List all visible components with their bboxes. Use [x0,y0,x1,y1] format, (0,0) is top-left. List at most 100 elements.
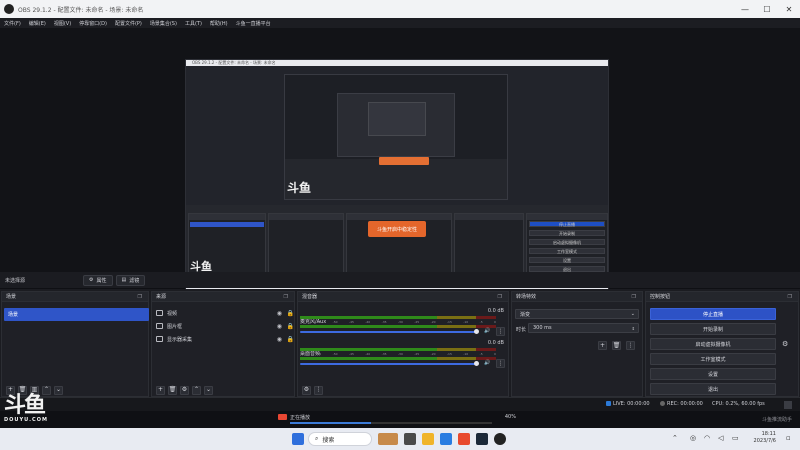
battery-icon[interactable]: ▭ [732,434,739,442]
gear-icon[interactable]: ⚙ [782,340,788,348]
virtual-camera-button[interactable]: 启动虚拟摄像机 [650,338,776,350]
source-item[interactable]: 显示器采集 ◉ 🔒 [156,333,294,345]
transition-menu-button[interactable]: ⋮ [626,341,635,350]
move-down-button[interactable]: ⌄ [204,385,213,395]
remove-transition-button[interactable]: 🗑 [612,341,621,350]
clock-time: 18:11 [761,431,776,437]
window-title: OBS 29.1.2 - 配置文件: 未命名 - 场景: 未命名 [18,6,144,14]
mixer-menu-button[interactable]: ⋮ [314,385,323,395]
track-menu-button[interactable]: ⋮ [496,359,505,368]
lock-icon[interactable]: 🔒 [287,323,294,330]
visibility-icon[interactable]: ◉ [277,310,282,317]
dock-float-icon[interactable]: ❐ [138,294,144,300]
image-icon [156,310,163,316]
wifi-icon[interactable]: ◠ [704,434,710,442]
captured-transitions-dock [454,213,524,275]
dock-float-icon[interactable]: ❐ [632,294,638,300]
nested-capture-inner [337,93,455,157]
dock-float-icon[interactable]: ❐ [788,294,794,300]
volume-meter [300,357,496,360]
remove-source-button[interactable]: 🗑 [168,385,177,395]
menu-tools[interactable]: 工具(T) [185,20,202,27]
start-recording-button[interactable]: 开始录制 [650,323,776,335]
track-menu-button[interactable]: ⋮ [496,327,505,336]
scenes-dock-header: 场景 ❐ [2,292,148,302]
menu-profile[interactable]: 配置文件(P) [115,20,142,27]
taskbar-clock[interactable]: 18:11 2023/7/6 [754,431,776,445]
captured-ctrl-stop: 停止直播 [529,221,605,227]
lock-icon[interactable]: 🔒 [287,336,294,343]
search-icon: ⌕ [315,435,319,442]
exit-button[interactable]: 退出 [650,383,776,395]
media-percent: 40% [504,414,516,420]
visibility-icon[interactable]: ◉ [277,323,282,330]
file-explorer-icon[interactable] [422,433,434,445]
settings-button[interactable]: 设置 [650,368,776,380]
menu-docks[interactable]: 停靠窗口(D) [79,20,107,27]
notification-icon[interactable]: ▫ [786,434,791,442]
menu-douyu[interactable]: 斗鱼一直播平台 [236,20,271,27]
menu-edit[interactable]: 编辑(E) [29,20,46,27]
steam-icon[interactable] [476,433,488,445]
add-source-button[interactable]: + [156,385,165,395]
dock-float-icon[interactable]: ❐ [498,294,504,300]
volume-slider[interactable] [300,331,478,333]
media-app-icon [278,414,287,420]
controls-dock-header: 控制按钮 ❐ [646,292,798,302]
speaker-icon[interactable]: 🔊 [484,328,490,334]
lock-icon[interactable]: 🔒 [287,310,294,317]
properties-button[interactable]: ⚙ 属性 [83,274,113,286]
close-button[interactable]: ✕ [778,0,800,18]
nested-orange-button [379,157,429,165]
live-status: LIVE: 00:00:00 [606,401,650,407]
source-item[interactable]: 视频 ◉ 🔒 [156,307,294,319]
filters-label: 滤镜 [129,277,140,284]
source-properties-button[interactable]: ⚙ [180,385,189,395]
transition-selected: 渐变 [520,311,531,318]
sources-dock-header: 来源 ❐ [152,292,294,302]
filters-button[interactable]: ▤ 滤镜 [115,274,146,286]
volume-slider-knob[interactable] [474,329,479,334]
transitions-dock-header: 转场特效 ❐ [512,292,642,302]
cpu-status: CPU: 0.2%, 60.00 fps [712,401,765,407]
volume-slider-knob[interactable] [474,361,479,366]
dock-float-icon[interactable]: ❐ [284,294,290,300]
stop-streaming-button[interactable]: 停止直播 [650,308,776,320]
duration-input[interactable]: 300 ms ⇕ [528,323,639,333]
taskbar-search[interactable]: ⌕ 搜索 [308,432,372,446]
menu-help[interactable]: 帮助(H) [210,20,228,27]
mixer-settings-button[interactable]: ⚙ [302,385,311,395]
edge-icon[interactable] [440,433,452,445]
widget-icon[interactable] [378,433,398,445]
move-up-button[interactable]: ⌃ [192,385,201,395]
tray-app-icon[interactable]: ◎ [690,434,696,442]
menu-view[interactable]: 视图(V) [54,20,71,27]
captured-title-bar: OBS 29.1.2 - 配置文件: 未命名 - 场景: 未命名 [186,60,608,66]
volume-slider[interactable] [300,363,478,365]
task-view-icon[interactable] [404,433,416,445]
source-item[interactable]: 图片框 ◉ 🔒 [156,320,294,332]
windows-start-icon[interactable] [292,433,304,445]
visibility-icon[interactable]: ◉ [277,336,282,343]
filter-icon: ▤ [121,277,127,283]
volume-icon[interactable]: ◁ [718,434,723,442]
tray-chevron-icon[interactable]: ⌃ [672,434,678,442]
media-label: 正在播放 [290,415,311,421]
preview-canvas[interactable]: OBS 29.1.2 - 配置文件: 未命名 - 场景: 未命名 斗鱼 斗鱼开启… [185,59,609,297]
minimize-button[interactable]: — [734,0,756,18]
speaker-icon[interactable]: 🔊 [484,360,490,366]
controls-dock: 控制按钮 ❐ 停止直播 开始录制 启动虚拟摄像机 ⚙ 工作室模式 设置 退出 [645,291,799,397]
studio-mode-button[interactable]: 工作室模式 [650,353,776,365]
move-down-button[interactable]: ⌄ [54,385,63,395]
menu-file[interactable]: 文件(F) [4,20,21,27]
menu-scene-collection[interactable]: 场景集合(S) [150,20,177,27]
maximize-button[interactable]: ☐ [756,0,778,18]
scene-item[interactable]: 场景 [4,308,149,321]
obs-taskbar-icon[interactable] [494,433,506,445]
monitor-icon [156,336,163,342]
transition-select[interactable]: 渐变 ⌄ [515,309,639,319]
broadcast-icon [606,401,611,406]
source-label: 显示器采集 [167,336,193,343]
app-red-icon[interactable] [458,433,470,445]
add-transition-button[interactable]: + [598,341,607,350]
